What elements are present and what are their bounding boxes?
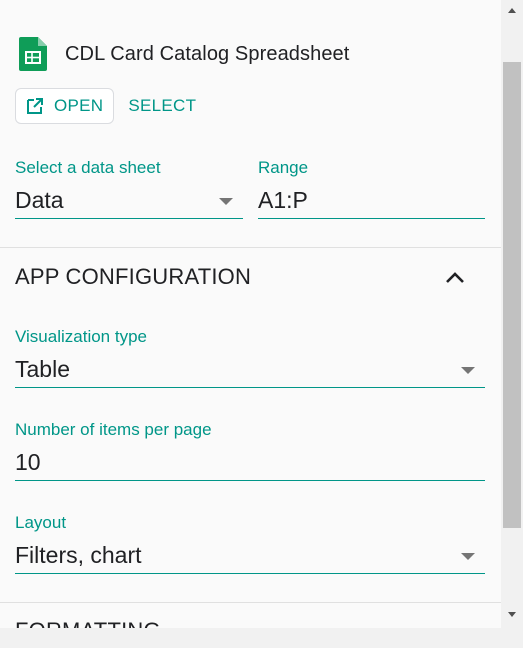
- scroll-down-arrow-icon[interactable]: [508, 612, 516, 617]
- select-button[interactable]: SELECT: [128, 96, 196, 116]
- open-button[interactable]: OPEN: [15, 88, 115, 124]
- data-sheet-select[interactable]: Select a data sheet Data: [15, 158, 243, 219]
- dropdown-arrow-icon: [461, 553, 475, 560]
- scroll-up-arrow-icon[interactable]: [508, 8, 516, 13]
- items-per-page-field[interactable]: Number of items per page 10: [15, 420, 485, 481]
- layout-value-text: Filters, chart: [15, 542, 142, 568]
- visualization-type-value[interactable]: Table: [15, 355, 485, 388]
- layout-label: Layout: [15, 513, 67, 532]
- open-in-new-icon: [27, 98, 43, 114]
- range-input[interactable]: A1:P: [258, 186, 485, 219]
- data-sheet-label: Select a data sheet: [15, 158, 161, 177]
- data-sheet-value-text: Data: [15, 187, 64, 213]
- vertical-scrollbar[interactable]: [501, 0, 523, 628]
- source-actions: OPEN SELECT: [15, 88, 196, 124]
- open-button-label: OPEN: [54, 96, 104, 115]
- range-label: Range: [258, 158, 309, 177]
- dropdown-arrow-icon: [461, 367, 475, 374]
- visualization-type-select[interactable]: Visualization type Table: [15, 327, 485, 388]
- items-per-page-label: Number of items per page: [15, 420, 212, 439]
- scrollbar-thumb[interactable]: [503, 62, 521, 528]
- formatting-header[interactable]: FORMATTING: [15, 618, 161, 628]
- layout-value[interactable]: Filters, chart: [15, 541, 485, 574]
- configuration-panel: CDL Card Catalog Spreadsheet OPEN SELECT…: [0, 0, 501, 628]
- visualization-type-value-text: Table: [15, 356, 70, 382]
- layout-select[interactable]: Layout Filters, chart: [15, 513, 485, 574]
- spreadsheet-title: CDL Card Catalog Spreadsheet: [65, 42, 350, 65]
- items-per-page-input[interactable]: 10: [15, 448, 485, 481]
- visualization-type-label: Visualization type: [15, 327, 147, 346]
- data-source-header: CDL Card Catalog Spreadsheet: [19, 37, 349, 71]
- section-divider: [0, 602, 501, 603]
- dropdown-arrow-icon: [219, 198, 233, 205]
- bottom-strip: [0, 628, 523, 648]
- app-configuration-header[interactable]: APP CONFIGURATION: [15, 264, 251, 290]
- google-sheets-icon: [19, 37, 47, 71]
- section-divider: [0, 247, 501, 248]
- data-sheet-value[interactable]: Data: [15, 186, 243, 219]
- chevron-up-icon[interactable]: [444, 267, 466, 289]
- range-field[interactable]: Range A1:P: [258, 158, 485, 219]
